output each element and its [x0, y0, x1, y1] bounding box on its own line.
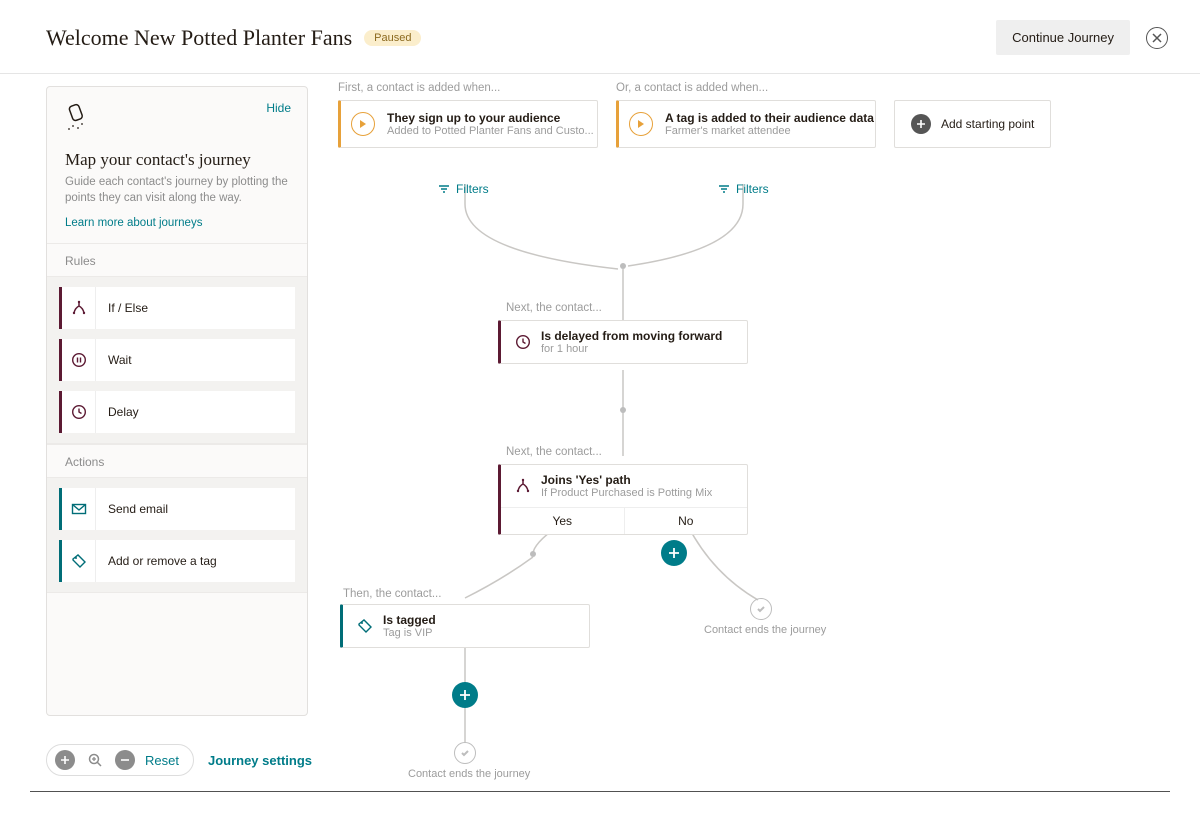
- add-start-label: Add starting point: [941, 117, 1034, 131]
- sidebar-heading: Map your contact's journey: [65, 150, 289, 170]
- hide-link[interactable]: Hide: [266, 101, 291, 115]
- salt-shaker-icon: [65, 103, 89, 131]
- filters-button[interactable]: Filters: [718, 182, 769, 196]
- page-title: Welcome New Potted Planter Fans: [46, 25, 352, 51]
- caption-first: First, a contact is added when...: [338, 82, 500, 94]
- sidebar-desc: Guide each contact's journey by plotting…: [65, 174, 289, 206]
- status-badge: Paused: [364, 30, 421, 46]
- rules-section-label: Rules: [47, 243, 307, 276]
- play-icon: [629, 112, 653, 136]
- reset-button[interactable]: Reset: [145, 753, 179, 768]
- node-sub: Tag is VIP: [383, 627, 436, 639]
- zoom-in-button[interactable]: [55, 750, 75, 770]
- branch-yes[interactable]: Yes: [501, 508, 625, 534]
- envelope-icon: [62, 488, 96, 530]
- rule-item-label: Delay: [96, 405, 139, 419]
- zoom-out-button[interactable]: [115, 750, 135, 770]
- journey-canvas[interactable]: First, a contact is added when... They s…: [318, 74, 1200, 826]
- node-title: Is tagged: [383, 613, 436, 627]
- end-icon: [750, 598, 772, 620]
- node-title: A tag is added to their audience data: [665, 111, 874, 125]
- start-node-signup[interactable]: They sign up to your audience Added to P…: [338, 100, 598, 148]
- node-sub: If Product Purchased is Potting Mix: [541, 487, 712, 499]
- header: Welcome New Potted Planter Fans Paused C…: [0, 0, 1200, 74]
- caption-next: Next, the contact...: [506, 302, 602, 314]
- bottom-toolbar: Reset Journey settings: [46, 744, 312, 776]
- add-starting-point-button[interactable]: Add starting point: [894, 100, 1051, 148]
- plus-icon: [911, 114, 931, 134]
- end-icon: [454, 742, 476, 764]
- play-icon: [351, 112, 375, 136]
- action-item-tag[interactable]: Add or remove a tag: [59, 540, 295, 582]
- journey-settings-link[interactable]: Journey settings: [208, 753, 312, 768]
- rule-item-label: Wait: [96, 353, 132, 367]
- zoom-fit-button[interactable]: [85, 750, 105, 770]
- node-sub: Added to Potted Planter Fans and Custo..…: [387, 125, 594, 137]
- filters-label: Filters: [456, 182, 489, 196]
- rule-item-label: If / Else: [96, 301, 148, 315]
- continue-journey-button[interactable]: Continue Journey: [996, 20, 1130, 55]
- caption-or: Or, a contact is added when...: [616, 82, 768, 94]
- filters-label: Filters: [736, 182, 769, 196]
- branch-icon: [62, 287, 96, 329]
- sidebar: Hide Map your contact's journey Guide ea…: [46, 86, 308, 716]
- node-sub: Farmer's market attendee: [665, 125, 874, 137]
- action-item-label: Send email: [96, 502, 168, 516]
- rule-item-if-else[interactable]: If / Else: [59, 287, 295, 329]
- page-divider: [30, 791, 1170, 792]
- add-step-button[interactable]: [661, 540, 687, 566]
- node-title: They sign up to your audience: [387, 111, 594, 125]
- branch-icon: [513, 478, 533, 494]
- caption-next: Next, the contact...: [506, 446, 602, 458]
- branch-no[interactable]: No: [625, 508, 748, 534]
- actions-section-label: Actions: [47, 444, 307, 477]
- ifelse-node[interactable]: Joins 'Yes' path If Product Purchased is…: [498, 464, 748, 535]
- node-title: Is delayed from moving forward: [541, 329, 722, 343]
- node-sub: for 1 hour: [541, 343, 722, 355]
- node-title: Joins 'Yes' path: [541, 473, 712, 487]
- end-label: Contact ends the journey: [704, 624, 826, 636]
- start-node-tag-added[interactable]: A tag is added to their audience data Fa…: [616, 100, 876, 148]
- clock-icon: [62, 391, 96, 433]
- end-label: Contact ends the journey: [408, 768, 530, 780]
- action-item-send-email[interactable]: Send email: [59, 488, 295, 530]
- learn-more-link[interactable]: Learn more about journeys: [65, 217, 202, 229]
- tag-icon: [355, 618, 375, 634]
- tag-node[interactable]: Is tagged Tag is VIP: [340, 604, 590, 648]
- action-item-label: Add or remove a tag: [96, 554, 217, 568]
- tag-icon: [62, 540, 96, 582]
- rule-item-delay[interactable]: Delay: [59, 391, 295, 433]
- filters-button[interactable]: Filters: [438, 182, 489, 196]
- add-step-button[interactable]: [452, 682, 478, 708]
- pause-icon: [62, 339, 96, 381]
- clock-icon: [513, 334, 533, 350]
- delay-node[interactable]: Is delayed from moving forward for 1 hou…: [498, 320, 748, 364]
- rule-item-wait[interactable]: Wait: [59, 339, 295, 381]
- close-icon[interactable]: [1146, 27, 1168, 49]
- caption-then: Then, the contact...: [343, 588, 441, 600]
